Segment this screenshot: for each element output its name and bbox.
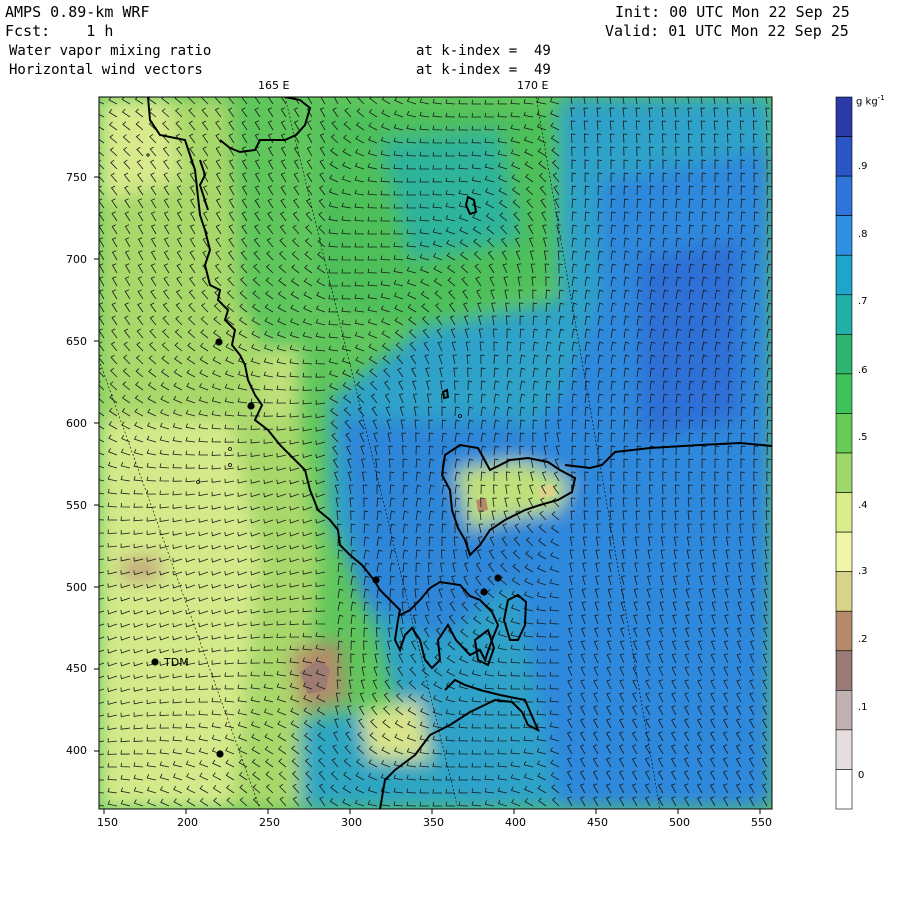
colorbar-swatch [835, 254, 853, 296]
y-tick-label: 750 [66, 171, 87, 184]
colorbar-label: 0 [858, 770, 865, 781]
x-tick-label: 400 [505, 816, 526, 829]
x-tick-label: 300 [341, 816, 362, 829]
y-tick-label: 400 [66, 744, 87, 757]
colorbar-swatch [835, 413, 853, 454]
colorbar-label: .2 [858, 634, 868, 645]
colorbar-label: .3 [858, 566, 868, 577]
colorbar-label: .6 [858, 365, 868, 376]
colorbar-swatch [835, 690, 853, 731]
x-tick-label: 450 [587, 816, 608, 829]
colorbar-swatch [835, 294, 853, 335]
colorbar-swatch [835, 334, 853, 375]
colorbar-swatch [835, 531, 853, 572]
y-tick-label: 700 [66, 253, 87, 266]
colorbar-label: .8 [858, 229, 868, 240]
station-dot [480, 588, 488, 596]
colorbar-swatch [835, 215, 853, 256]
colorbar-swatch [835, 729, 853, 770]
x-tick-label: 550 [751, 816, 772, 829]
colorbar-swatch [835, 571, 853, 612]
colorbar-swatch [835, 373, 853, 414]
x-tick-label: 500 [669, 816, 690, 829]
colorbar-label: .9 [858, 161, 868, 172]
station-dot [216, 750, 224, 758]
x-tick-label: 350 [423, 816, 444, 829]
y-tick-label: 650 [66, 335, 87, 348]
colorbar-swatch [835, 769, 853, 810]
station-dot [247, 402, 255, 410]
colorbar-label: .7 [858, 296, 868, 307]
x-tick-label: 150 [97, 816, 118, 829]
colorbar-label: .5 [858, 432, 868, 443]
station-label-tdm: TDM [164, 656, 189, 669]
colorbar-swatch [835, 610, 853, 652]
colorbar-label: .1 [858, 702, 868, 713]
colorbar-swatch [835, 175, 853, 216]
x-tick-label: 200 [177, 816, 198, 829]
y-tick-label: 450 [66, 662, 87, 675]
map-plot [94, 96, 853, 814]
y-tick-label: 500 [66, 581, 87, 594]
colorbar-label: .4 [858, 500, 868, 511]
colorbar-swatch [835, 650, 853, 691]
colorbar-swatch [835, 136, 853, 177]
colorbar [835, 96, 853, 810]
colorbar-swatch [835, 452, 853, 493]
station-dot [215, 338, 223, 346]
y-tick-label: 600 [66, 417, 87, 430]
station-dot [372, 576, 380, 584]
y-tick-label: 550 [66, 499, 87, 512]
colorbar-swatch [835, 96, 853, 137]
colorbar-swatch [835, 492, 853, 533]
colorbar-unit: g kg-1 [856, 94, 885, 108]
x-tick-label: 250 [259, 816, 280, 829]
station-dot [494, 574, 502, 582]
station-dot [151, 658, 159, 666]
